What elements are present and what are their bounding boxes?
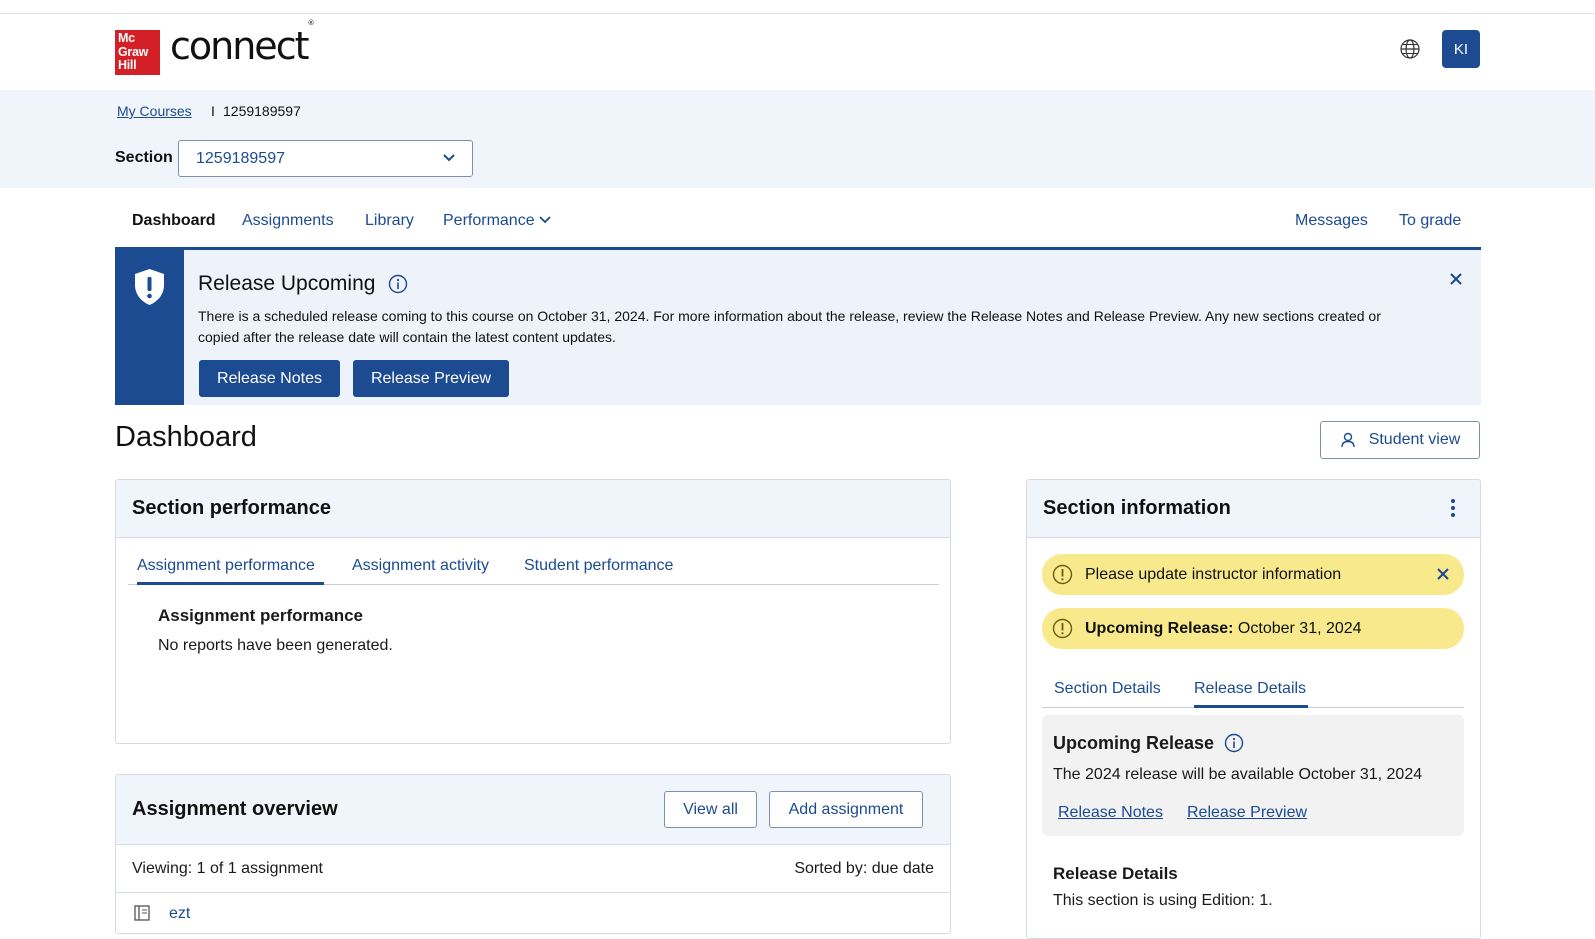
- alert-text: Please update instructor information: [1085, 566, 1342, 583]
- upcoming-release-title: Upcoming Release: [1053, 733, 1215, 753]
- warning-icon: [1052, 564, 1073, 585]
- section-information-card: Section information Please update instru…: [1026, 479, 1481, 939]
- card-header: Section information: [1027, 480, 1480, 538]
- card-title: Assignment overview: [132, 798, 338, 820]
- page-title: Dashboard: [115, 421, 257, 453]
- section-label: Section: [115, 149, 173, 166]
- connect-brand[interactable]: connect®: [170, 19, 314, 68]
- section-performance-card: Section performance Assignment performan…: [115, 479, 951, 744]
- tab-assignment-activity[interactable]: Assignment activity: [352, 557, 489, 575]
- release-preview-button[interactable]: Release Preview: [353, 360, 509, 397]
- close-icon[interactable]: [1437, 568, 1449, 580]
- upcoming-release-box: Upcoming Release The 2024 release will b…: [1042, 715, 1464, 836]
- banner-message: There is a scheduled release coming to t…: [198, 308, 1381, 345]
- nav-dashboard[interactable]: Dashboard: [132, 212, 216, 230]
- view-all-button[interactable]: View all: [664, 791, 757, 828]
- assignment-link[interactable]: ezt: [169, 905, 190, 923]
- info-icon[interactable]: [388, 274, 408, 294]
- card-title: Section performance: [132, 497, 331, 519]
- release-details-text: This section is using Edition: 1.: [1053, 892, 1273, 909]
- chevron-down-icon: [538, 216, 551, 224]
- warning-icon: [1052, 618, 1073, 639]
- nav-library[interactable]: Library: [365, 212, 414, 230]
- student-view-label: Student view: [1368, 431, 1461, 448]
- shield-alert-icon: [135, 269, 164, 305]
- active-tab-indicator: [137, 582, 324, 585]
- banner-title: Release Upcoming: [198, 272, 376, 295]
- student-view-button[interactable]: Student view: [1320, 421, 1480, 459]
- breadcrumb-separator: I: [211, 103, 215, 119]
- release-notes-button[interactable]: Release Notes: [199, 360, 340, 397]
- viewing-count: Viewing: 1 of 1 assignment: [132, 860, 323, 877]
- release-upcoming-banner: Release Upcoming There is a scheduled re…: [115, 247, 1481, 405]
- tab-release-details[interactable]: Release Details: [1194, 680, 1306, 698]
- upcoming-release-text: The 2024 release will be available Octob…: [1053, 766, 1423, 783]
- book-icon: [134, 905, 150, 921]
- banner-side-bar: [115, 250, 184, 405]
- active-tab-indicator: [1194, 705, 1308, 708]
- release-notes-link[interactable]: Release Notes: [1058, 804, 1163, 822]
- close-icon[interactable]: [1449, 272, 1463, 286]
- info-icon[interactable]: [1224, 733, 1244, 753]
- subsection-title: Assignment performance: [158, 606, 363, 625]
- nav-performance[interactable]: Performance: [443, 212, 551, 230]
- card-header: Assignment overview View all Add assignm…: [116, 775, 950, 845]
- empty-state-text: No reports have been generated.: [158, 637, 393, 654]
- add-assignment-button[interactable]: Add assignment: [769, 791, 923, 828]
- tab-assignment-performance[interactable]: Assignment performance: [137, 557, 315, 575]
- instructor-info-alert: Please update instructor information: [1042, 554, 1464, 595]
- release-details-title: Release Details: [1053, 864, 1178, 883]
- person-icon: [1340, 432, 1355, 448]
- breadcrumb-current: 1259189597: [223, 103, 301, 119]
- sort-label[interactable]: Sorted by: due date: [794, 860, 934, 878]
- breadcrumb-my-courses[interactable]: My Courses: [117, 103, 192, 119]
- nav-messages[interactable]: Messages: [1295, 212, 1368, 230]
- section-dropdown[interactable]: 1259189597: [178, 140, 473, 177]
- tab-section-details[interactable]: Section Details: [1054, 680, 1161, 698]
- top-divider: [0, 13, 1595, 14]
- release-preview-link[interactable]: Release Preview: [1187, 804, 1307, 822]
- user-avatar[interactable]: KI: [1442, 30, 1480, 68]
- more-vertical-icon[interactable]: [1450, 498, 1456, 518]
- nav-to-grade[interactable]: To grade: [1399, 212, 1461, 230]
- chevron-down-icon: [443, 154, 455, 162]
- assignment-overview-card: Assignment overview View all Add assignm…: [115, 774, 951, 934]
- row-divider: [116, 892, 950, 893]
- alert-text: Upcoming Release: October 31, 2024: [1085, 620, 1362, 637]
- nav-assignments[interactable]: Assignments: [242, 212, 334, 230]
- globe-icon[interactable]: [1399, 38, 1421, 60]
- card-title: Section information: [1043, 497, 1231, 519]
- upcoming-release-alert: Upcoming Release: October 31, 2024: [1042, 608, 1464, 649]
- tab-student-performance[interactable]: Student performance: [524, 557, 673, 575]
- card-header: Section performance: [116, 480, 950, 538]
- mcgraw-hill-logo: Mc Graw Hill: [115, 30, 160, 75]
- section-dropdown-value: 1259189597: [196, 150, 285, 167]
